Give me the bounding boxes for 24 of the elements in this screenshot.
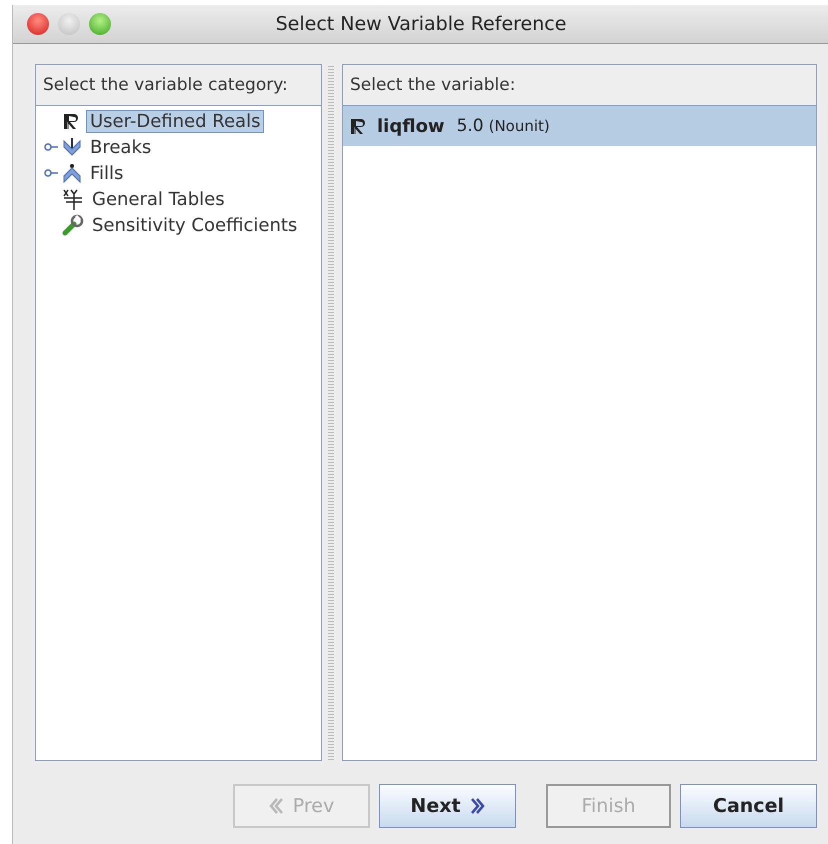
tree-item[interactable]: Sensitivity Coefficients	[88, 214, 302, 236]
variable-row[interactable]: liqflow 5.0 (Nounit)	[343, 106, 816, 146]
double-chevron-left-icon	[268, 798, 283, 814]
variable-value: 5.0	[456, 116, 484, 136]
double-chevron-right-icon	[470, 798, 485, 814]
chevron-up-icon	[62, 163, 82, 183]
window-title: Select New Variable Reference	[276, 13, 566, 35]
variable-unit: (Nounit)	[488, 117, 550, 135]
tree-item[interactable]: General Tables	[88, 188, 229, 210]
table-icon	[62, 188, 84, 210]
tree-item[interactable]: User-Defined Reals	[86, 110, 264, 132]
next-button[interactable]: Next	[379, 784, 516, 828]
expand-handle-icon[interactable]	[44, 168, 58, 178]
tree-item[interactable]: Fills	[86, 162, 128, 184]
tree-item[interactable]: Breaks	[86, 136, 156, 158]
panel-header: Select the variable category:	[36, 65, 321, 106]
cancel-button[interactable]: Cancel	[680, 784, 817, 828]
wrench-icon	[62, 214, 84, 236]
variable-name: liqflow	[377, 116, 445, 136]
close-button[interactable]	[27, 13, 49, 35]
expand-handle-icon[interactable]	[44, 142, 58, 152]
chevron-down-icon	[62, 137, 82, 157]
panel-header: Select the variable:	[343, 65, 816, 106]
zoom-button[interactable]	[89, 13, 111, 35]
